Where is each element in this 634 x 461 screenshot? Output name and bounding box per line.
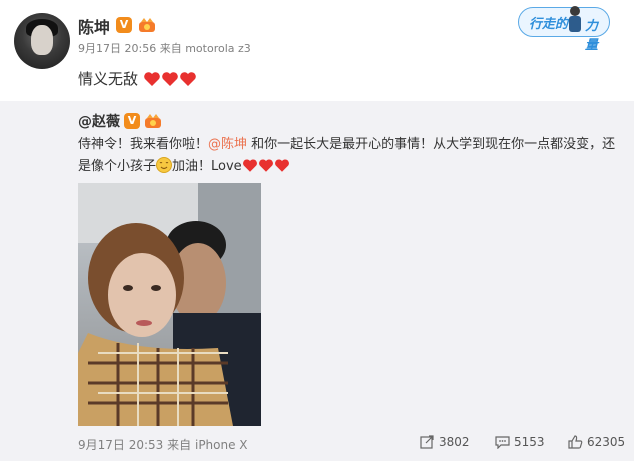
crown-icon[interactable] (138, 17, 156, 33)
slogan-part1: 行走的 (529, 17, 569, 32)
heart-icon (161, 72, 178, 86)
photo-illustration (78, 183, 261, 426)
like-icon (568, 435, 583, 449)
repost-text-middle: 和你一起长大是最开心的事情！从大学到现在你一点都没变，还 (247, 137, 616, 152)
author-name[interactable]: 陈坤 (78, 14, 110, 38)
like-count-value: 62305 (587, 435, 626, 449)
repost-text: 侍神令！我来看你啦！@陈坤 和你一起长大是最开心的事情！从大学到现在你一点都没变… (78, 134, 628, 178)
person-figure-icon (569, 6, 581, 32)
comment-icon (495, 436, 510, 449)
heart-icon (179, 72, 196, 86)
source-prefix: 来自 (159, 42, 182, 55)
repost-photo[interactable] (78, 183, 261, 426)
post-text-content: 情义无敌 (78, 70, 139, 88)
repost-meta: 9月17日 20:53 来自 iPhone X (78, 436, 248, 453)
heart-icon (242, 159, 257, 172)
slogan-badge[interactable]: 行走的 力量 (518, 6, 610, 53)
repost-source-prefix: 来自 (167, 438, 192, 452)
like-count[interactable]: 62305 (568, 435, 625, 449)
post-text: 情义无敌 (78, 68, 197, 89)
crown-icon[interactable] (144, 113, 162, 129)
repost-count-value: 3802 (439, 435, 470, 449)
repost-time[interactable]: 9月17日 20:53 (78, 438, 163, 452)
reposted-weibo: @赵薇 V 侍神令！我来看你啦！@陈坤 和你一起长大是最开心的事情！从大学到现在… (0, 101, 634, 461)
repost-text-start: 侍神令！我来看你啦！ (78, 137, 209, 152)
repost-count[interactable]: 3802 (420, 435, 470, 449)
heart-icon (143, 72, 160, 86)
repost-author[interactable]: @赵薇 (78, 111, 120, 131)
repost-text-end: 加油！Love (172, 159, 242, 174)
smile-emoji-icon (156, 157, 173, 173)
comment-count-value: 5153 (514, 435, 545, 449)
weibo-post: 陈坤 V 9月17日 20:56 来自 motorola z3 情义无敌 行走的… (0, 0, 634, 461)
post-meta: 9月17日 20:56 来自 motorola z3 (78, 40, 251, 56)
post-time[interactable]: 9月17日 20:56 (78, 42, 156, 55)
slogan-part2: 力量 (585, 19, 599, 53)
mention-link[interactable]: @陈坤 (208, 137, 247, 152)
author-avatar[interactable] (14, 13, 70, 69)
share-icon (420, 435, 434, 449)
post-source[interactable]: motorola z3 (185, 42, 251, 55)
heart-icon (258, 159, 273, 172)
verified-v-icon: V (116, 17, 132, 33)
avatar-face (31, 25, 53, 55)
heart-icon (274, 159, 289, 172)
verified-v-icon: V (124, 113, 140, 129)
repost-text-line2: 是像个小孩子 (78, 159, 157, 174)
repost-source[interactable]: iPhone X (195, 438, 248, 452)
comment-count[interactable]: 5153 (495, 435, 545, 449)
